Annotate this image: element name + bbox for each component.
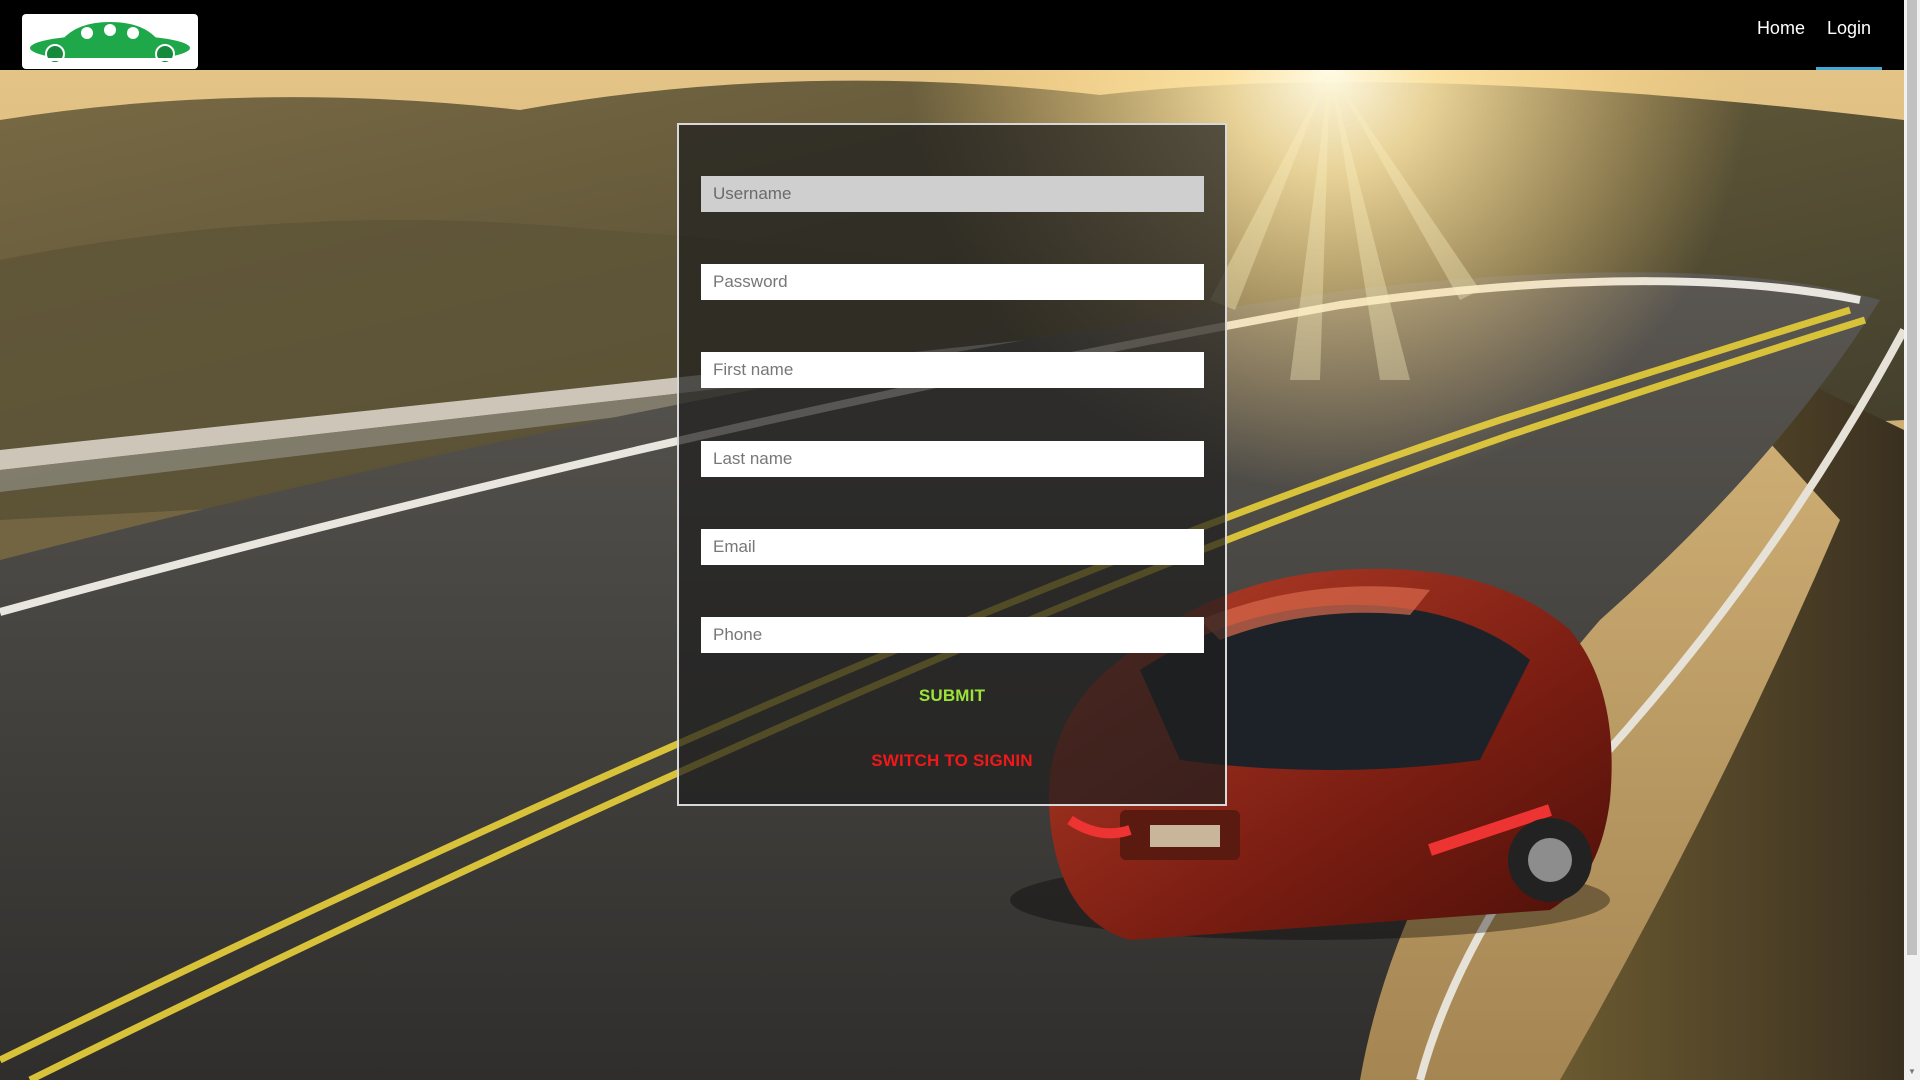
password-input[interactable] bbox=[701, 264, 1204, 300]
nav-links: Home Login bbox=[1746, 0, 1882, 70]
nav-login-link[interactable]: Login bbox=[1815, 0, 1882, 70]
signup-form-panel: SUBMIT SWITCH TO SIGNIN bbox=[677, 123, 1227, 806]
brand-logo[interactable] bbox=[22, 14, 198, 69]
switch-to-signin-button[interactable]: SWITCH TO SIGNIN bbox=[679, 751, 1225, 771]
submit-button[interactable]: SUBMIT bbox=[679, 686, 1225, 706]
page-scrollbar[interactable]: ▼ bbox=[1904, 0, 1920, 1080]
username-input[interactable] bbox=[701, 176, 1204, 212]
car-logo-icon bbox=[30, 21, 190, 64]
last-name-input[interactable] bbox=[701, 441, 1204, 477]
top-navbar: Home Login bbox=[0, 0, 1904, 70]
email-input[interactable] bbox=[701, 529, 1204, 565]
phone-input[interactable] bbox=[701, 617, 1204, 653]
first-name-input[interactable] bbox=[701, 352, 1204, 388]
scrollbar-thumb[interactable] bbox=[1907, 0, 1917, 955]
nav-home-link[interactable]: Home bbox=[1746, 0, 1816, 70]
scroll-down-arrow-icon[interactable]: ▼ bbox=[1904, 1066, 1920, 1078]
